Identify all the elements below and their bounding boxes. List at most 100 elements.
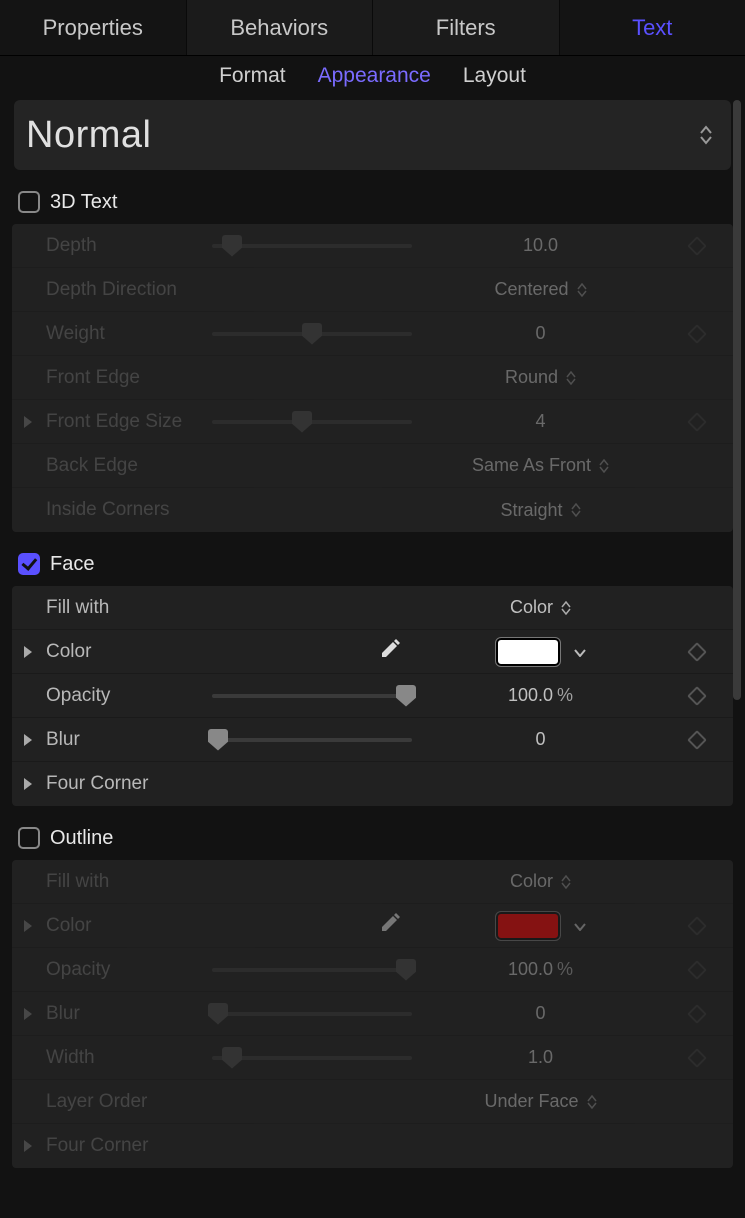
value-face-opacity[interactable]: 100.0%	[412, 685, 669, 706]
checkbox-outline[interactable]	[18, 827, 40, 849]
label-outline-blur: Blur	[42, 1003, 212, 1025]
slider-outline-opacity[interactable]	[212, 948, 412, 991]
popup-outline-fill-with[interactable]: Color	[412, 871, 669, 892]
row-outline-color: Color	[12, 904, 733, 948]
label-front-edge-size: Front Edge Size	[42, 411, 212, 433]
row-outline-four-corner: Four Corner	[12, 1124, 733, 1168]
popup-front-edge[interactable]: Round	[412, 367, 669, 388]
keyframe-face-opacity[interactable]	[687, 686, 707, 706]
row-outline-blur: Blur 0	[12, 992, 733, 1036]
tab-behaviors[interactable]: Behaviors	[187, 0, 374, 55]
disclosure-placeholder	[14, 239, 42, 253]
row-weight: Weight 0	[12, 312, 733, 356]
disclosure-outline-color[interactable]	[14, 919, 42, 933]
label-outline-four-corner: Four Corner	[42, 1135, 212, 1157]
keyframe-face-blur[interactable]	[687, 730, 707, 750]
text-subtabs: Format Appearance Layout	[0, 56, 745, 96]
slider-front-edge-size[interactable]	[212, 400, 412, 443]
value-depth[interactable]: 10.0	[412, 235, 669, 256]
slider-outline-blur[interactable]	[212, 992, 412, 1035]
tab-text[interactable]: Text	[560, 0, 745, 55]
label-inside-corners: Inside Corners	[42, 499, 212, 521]
stepper-icon	[699, 125, 713, 145]
label-outline-color: Color	[42, 915, 212, 937]
keyframe-outline-width[interactable]	[687, 1048, 707, 1068]
slider-face-blur[interactable]	[212, 718, 412, 761]
section-face: Face Fill with Color Color	[12, 542, 733, 806]
keyframe-front-edge-size[interactable]	[687, 412, 707, 432]
slider-face-opacity[interactable]	[212, 674, 412, 717]
style-preset-label: Normal	[26, 114, 151, 157]
disclosure-face-color[interactable]	[14, 645, 42, 659]
value-front-edge-size[interactable]: 4	[412, 411, 669, 432]
row-depth: Depth 10.0	[12, 224, 733, 268]
value-outline-blur[interactable]: 0	[412, 1003, 669, 1024]
popup-back-edge[interactable]: Same As Front	[412, 455, 669, 476]
subtab-layout[interactable]: Layout	[463, 64, 526, 88]
subtab-appearance[interactable]: Appearance	[318, 64, 431, 88]
label-depth: Depth	[42, 235, 212, 257]
row-face-blur: Blur 0	[12, 718, 733, 762]
popup-depth-direction[interactable]: Centered	[412, 279, 669, 300]
section-title-outline: Outline	[50, 827, 113, 850]
label-face-fill-with: Fill with	[42, 597, 212, 619]
value-weight[interactable]: 0	[412, 323, 669, 344]
subtab-format[interactable]: Format	[219, 64, 286, 88]
section-title-face: Face	[50, 553, 94, 576]
row-face-color: Color	[12, 630, 733, 674]
tab-properties[interactable]: Properties	[0, 0, 187, 55]
style-preset-popup[interactable]: Normal	[14, 100, 731, 170]
label-outline-width: Width	[42, 1047, 212, 1069]
row-outline-width: Width 1.0	[12, 1036, 733, 1080]
label-face-opacity: Opacity	[42, 685, 212, 707]
row-face-opacity: Opacity 100.0%	[12, 674, 733, 718]
row-outline-fill-with: Fill with Color	[12, 860, 733, 904]
disclosure-outline-four-corner[interactable]	[14, 1139, 42, 1153]
disclosure-face-four-corner[interactable]	[14, 777, 42, 791]
scrollbar-vertical[interactable]	[733, 100, 741, 700]
row-inside-corners: Inside Corners Straight	[12, 488, 733, 532]
row-depth-direction: Depth Direction Centered	[12, 268, 733, 312]
tab-filters[interactable]: Filters	[373, 0, 560, 55]
popup-inside-corners[interactable]: Straight	[412, 500, 669, 521]
disclosure-face-blur[interactable]	[14, 733, 42, 747]
section-3d-text: 3D Text Depth 10.0 Depth Direction Cente…	[12, 180, 733, 532]
slider-depth[interactable]	[212, 224, 412, 267]
slider-weight[interactable]	[212, 312, 412, 355]
popup-face-fill-with[interactable]: Color	[412, 597, 669, 618]
eyedropper-icon[interactable]	[378, 637, 402, 666]
row-front-edge: Front Edge Round	[12, 356, 733, 400]
keyframe-weight[interactable]	[687, 324, 707, 344]
eyedropper-icon[interactable]	[378, 911, 402, 940]
label-face-four-corner: Four Corner	[42, 773, 212, 795]
section-title-3d-text: 3D Text	[50, 191, 117, 214]
disclosure-front-edge-size[interactable]	[14, 415, 42, 429]
color-well-face[interactable]	[496, 638, 560, 666]
stepper-icon	[577, 283, 587, 297]
checkbox-3d-text[interactable]	[18, 191, 40, 213]
label-face-blur: Blur	[42, 729, 212, 751]
color-well-outline[interactable]	[496, 912, 560, 940]
keyframe-depth[interactable]	[687, 236, 707, 256]
label-outline-fill-with: Fill with	[42, 871, 212, 893]
row-back-edge: Back Edge Same As Front	[12, 444, 733, 488]
popup-outline-layer-order[interactable]: Under Face	[412, 1091, 669, 1112]
value-outline-opacity[interactable]: 100.0%	[412, 959, 669, 980]
chevron-down-icon[interactable]	[574, 641, 586, 662]
label-back-edge: Back Edge	[42, 455, 212, 477]
section-outline: Outline Fill with Color Color	[12, 816, 733, 1168]
keyframe-outline-opacity[interactable]	[687, 960, 707, 980]
label-outline-layer-order: Layer Order	[42, 1091, 212, 1113]
keyframe-outline-color[interactable]	[687, 916, 707, 936]
slider-outline-width[interactable]	[212, 1036, 412, 1079]
chevron-down-icon[interactable]	[574, 915, 586, 936]
keyframe-face-color[interactable]	[687, 642, 707, 662]
label-outline-opacity: Opacity	[42, 959, 212, 981]
row-outline-opacity: Opacity 100.0%	[12, 948, 733, 992]
checkbox-face[interactable]	[18, 553, 40, 575]
keyframe-outline-blur[interactable]	[687, 1004, 707, 1024]
value-outline-width[interactable]: 1.0	[412, 1047, 669, 1068]
value-face-blur[interactable]: 0	[412, 729, 669, 750]
disclosure-outline-blur[interactable]	[14, 1007, 42, 1021]
inspector-tabs: Properties Behaviors Filters Text	[0, 0, 745, 56]
